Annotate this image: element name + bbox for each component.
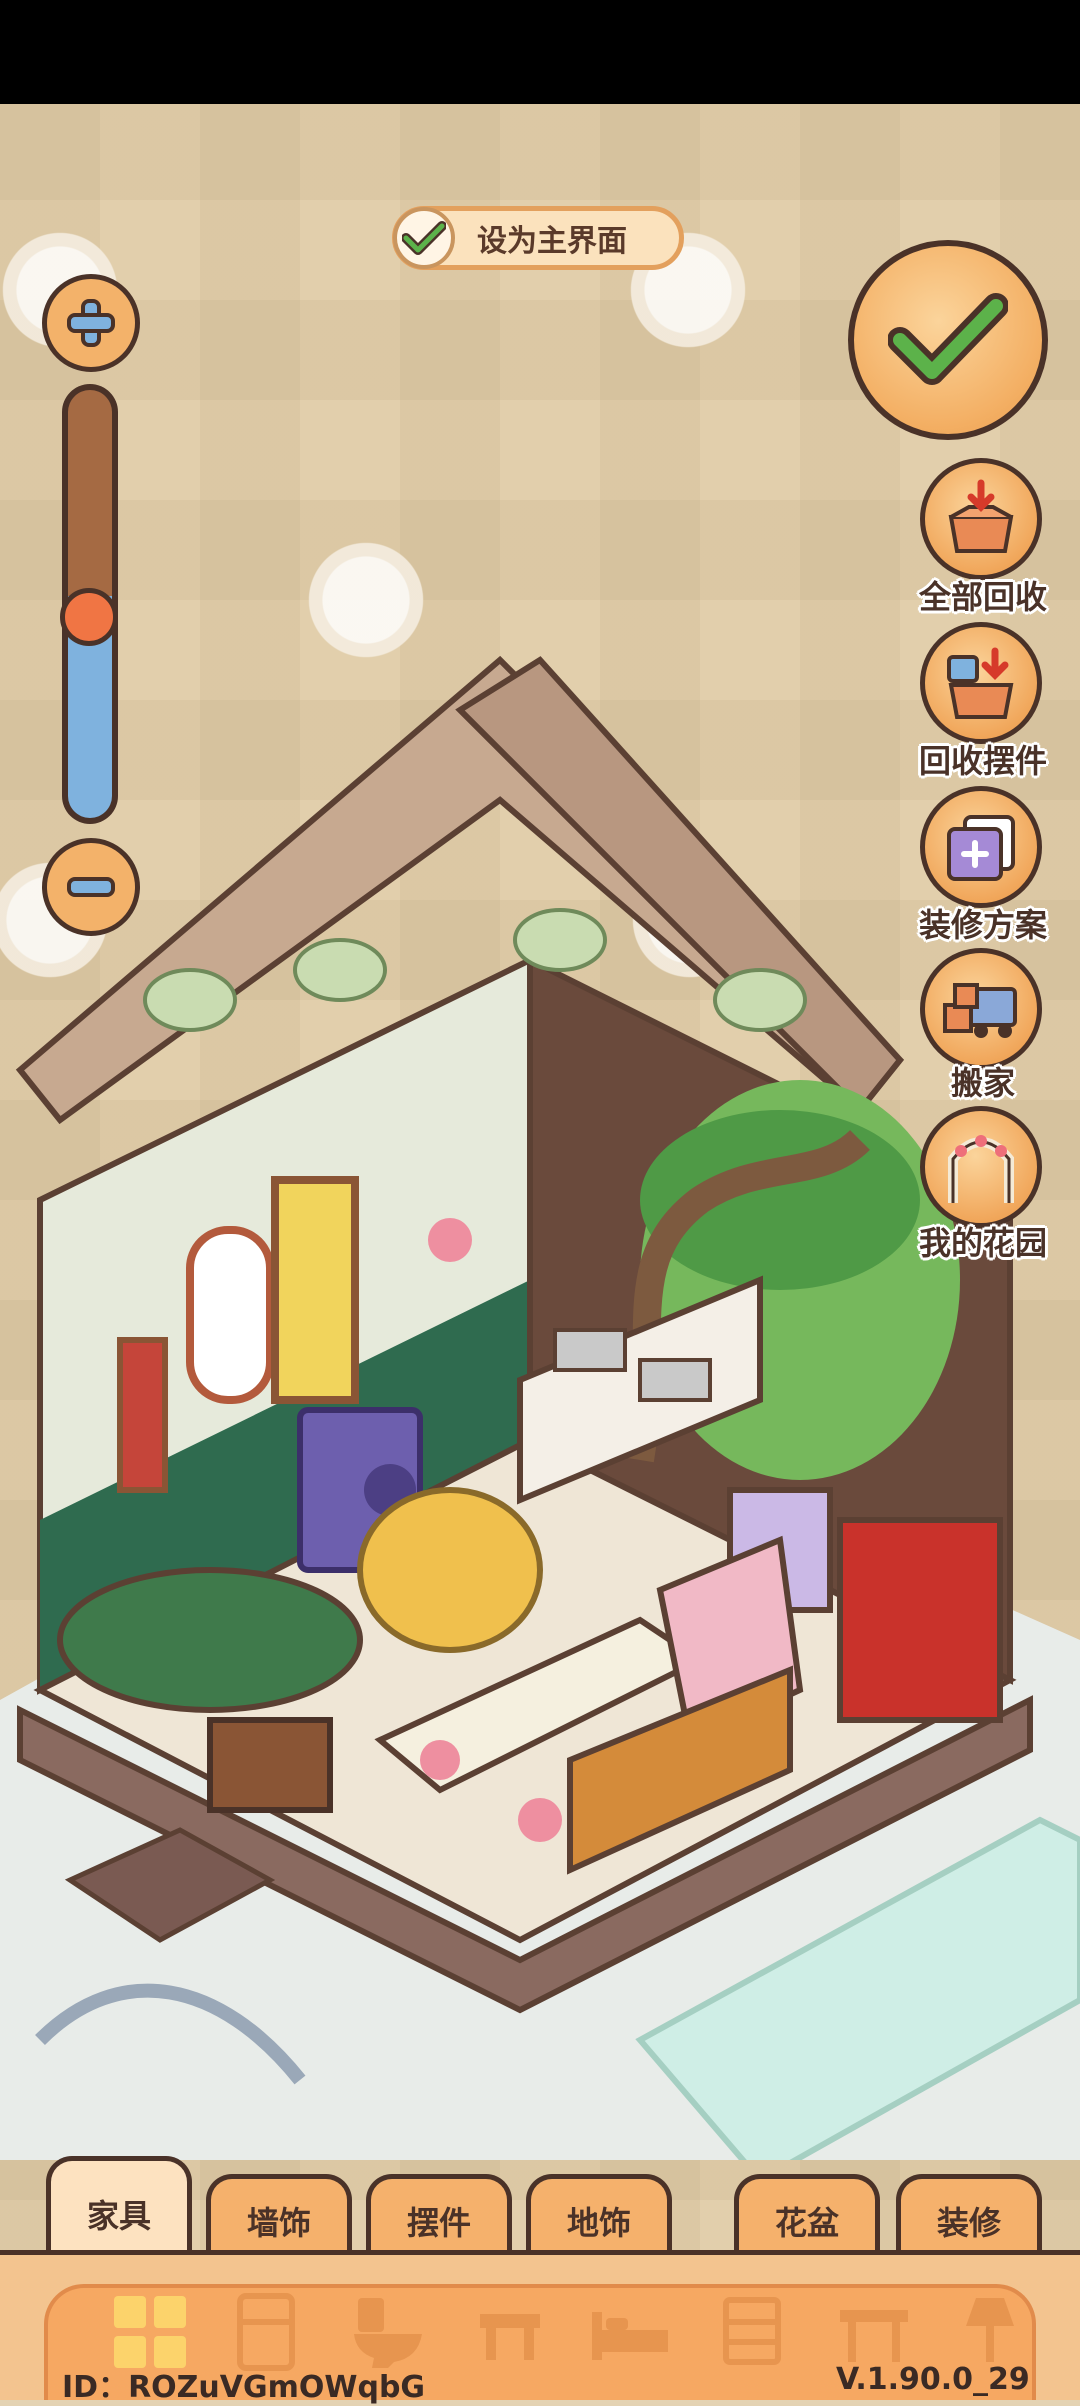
plus-icon: [67, 299, 115, 347]
nest-table: [57, 1567, 363, 1713]
tab-floor-decor[interactable]: 地饰: [526, 2174, 672, 2262]
category-bed[interactable]: [588, 2290, 672, 2374]
garden-arch-icon: [948, 1135, 1014, 1203]
ivy-leaf: [513, 908, 607, 972]
my-garden-label: 我的花园: [918, 1224, 1047, 1262]
recycle-decor-icon: [947, 647, 1014, 719]
confirm-button[interactable]: [848, 240, 1048, 440]
flower-decor: [420, 1740, 460, 1780]
flower-decor: [518, 1798, 562, 1842]
all-grid-icon: [114, 2296, 186, 2368]
tab-wall-decor[interactable]: 墙饰: [206, 2174, 352, 2262]
decor-plan-button[interactable]: [920, 786, 1042, 908]
set-main-label: 设为主界面: [477, 224, 627, 259]
checkmark-icon: [888, 293, 1008, 385]
moving-button[interactable]: [920, 948, 1042, 1070]
recycle-all-label: 全部回收: [918, 578, 1047, 616]
tab-renovation[interactable]: 装修: [896, 2174, 1042, 2262]
recycle-decor-label: 回收摆件: [918, 742, 1047, 780]
category-stool[interactable]: [468, 2290, 552, 2374]
cabinet-icon: [723, 2297, 781, 2365]
version-label: V.1.90.0_29: [836, 2362, 1030, 2397]
wooden-chest: [207, 1717, 333, 1813]
wall-painting: [117, 1337, 168, 1493]
ivy-leaf: [143, 968, 237, 1032]
recycle-all-button[interactable]: [920, 458, 1042, 580]
tab-flower-pots[interactable]: 花盆: [734, 2174, 880, 2262]
my-garden-button[interactable]: [920, 1106, 1042, 1228]
ivy-leaf: [293, 938, 387, 1002]
status-bar: [0, 0, 1080, 104]
moving-label: 搬家: [950, 1064, 1015, 1102]
arched-window: [186, 1226, 274, 1404]
checkmark-icon: [402, 221, 446, 255]
checkbox[interactable]: [393, 207, 455, 269]
ivy-leaf: [713, 968, 807, 1032]
zoom-out-button[interactable]: [42, 838, 140, 936]
house-room-scene[interactable]: [0, 640, 1080, 2160]
fryer-basket: [553, 1328, 627, 1372]
toilet-icon: [354, 2298, 422, 2368]
moving-truck-icon: [943, 983, 1017, 1038]
red-wardrobe: [837, 1517, 1003, 1723]
table-icon: [840, 2310, 908, 2362]
minus-icon: [67, 877, 115, 897]
flower-decor: [428, 1218, 472, 1262]
category-cabinet[interactable]: [710, 2290, 794, 2374]
player-id: ID：ROZuVGmOWqbG: [62, 2370, 426, 2405]
tall-window: [271, 1176, 359, 1404]
set-main-screen-toggle[interactable]: 设为主界面: [392, 206, 684, 270]
lamp-icon: [966, 2298, 1014, 2362]
decor-plan-icon: [947, 815, 1015, 881]
recycle-all-icon: [948, 479, 1014, 553]
zoom-slider-track-upper: [68, 390, 112, 596]
decor-plan-label: 装修方案: [918, 906, 1047, 944]
recycle-decor-button[interactable]: [920, 622, 1042, 744]
fryer-basket: [638, 1358, 712, 1402]
bed-icon: [592, 2312, 668, 2360]
fridge-icon: [237, 2293, 295, 2371]
tab-ornaments[interactable]: 摆件: [366, 2174, 512, 2262]
pineapple-chair: [357, 1487, 543, 1653]
zoom-slider-thumb[interactable]: [60, 588, 118, 646]
stool-icon: [480, 2314, 540, 2360]
zoom-in-button[interactable]: [42, 274, 140, 372]
